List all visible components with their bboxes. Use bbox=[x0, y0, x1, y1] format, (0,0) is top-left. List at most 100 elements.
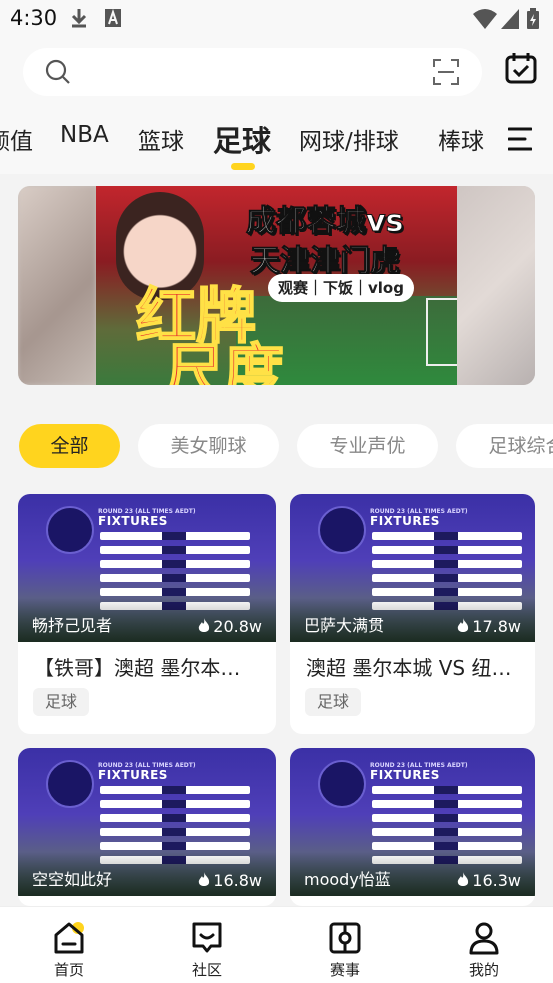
bottom-nav: 首页 社区 赛事 我的 bbox=[0, 906, 553, 983]
filter-chips: 全部 美女聊球 专业声优 足球综合 bbox=[0, 424, 553, 470]
video-author: 巴萨大满贯 bbox=[304, 616, 385, 635]
tab-football[interactable]: 足球 bbox=[213, 118, 271, 160]
video-author: 畅抒己见者 bbox=[32, 616, 113, 635]
thumb-logo bbox=[318, 506, 366, 554]
thumb-row bbox=[372, 546, 522, 554]
chip-football-general[interactable]: 足球综合 bbox=[456, 424, 553, 468]
thumb-row bbox=[372, 842, 522, 850]
video-title: 澳超 墨尔本城 VS 纽… bbox=[306, 656, 512, 680]
nav-matches[interactable]: 赛事 bbox=[305, 907, 385, 983]
nav-home-label: 首页 bbox=[53, 961, 84, 979]
thumb-fixtures-text: FIXTURES bbox=[98, 768, 168, 782]
featured-banner[interactable]: 成都蓉城vs 天津津门虎 观赛｜下饭｜vlog 红牌 尺度 bbox=[18, 186, 535, 385]
menu-icon[interactable] bbox=[508, 126, 532, 152]
fire-icon bbox=[199, 618, 210, 632]
video-card[interactable]: ROUND 23 (ALL TIMES AEDT) FIXTURES 畅抒己见者… bbox=[18, 494, 276, 734]
thumb-row bbox=[100, 546, 250, 554]
search-row bbox=[0, 38, 553, 108]
chip-all[interactable]: 全部 bbox=[19, 424, 120, 468]
banner-prev-preview bbox=[18, 186, 96, 385]
download-icon bbox=[71, 9, 87, 28]
active-tab-indicator bbox=[231, 163, 255, 170]
fire-icon bbox=[199, 872, 210, 886]
view-count: 16.8w bbox=[198, 871, 262, 890]
nav-profile[interactable]: 我的 bbox=[444, 907, 524, 983]
thumb-logo bbox=[46, 760, 94, 808]
video-title: 【铁哥】澳超 墨尔本… bbox=[34, 656, 241, 680]
nav-home[interactable]: 首页 bbox=[29, 907, 109, 983]
thumb-fixtures-text: FIXTURES bbox=[370, 514, 440, 528]
view-count-value: 16.3w bbox=[472, 871, 521, 890]
thumb-row bbox=[100, 828, 250, 836]
thumb-row bbox=[100, 814, 250, 822]
search-icon[interactable] bbox=[45, 59, 71, 85]
view-count: 20.8w bbox=[198, 617, 262, 636]
banner-tag: 观赛｜下饭｜vlog bbox=[268, 274, 414, 302]
video-card[interactable]: ROUND 23 (ALL TIMES AEDT) FIXTURES moody… bbox=[290, 748, 535, 906]
fire-icon bbox=[458, 618, 469, 632]
thumb-row bbox=[100, 560, 250, 568]
category-tabs: 颜值 NBA 篮球 足球 网球/排球 棒球 bbox=[0, 108, 553, 174]
match-icon bbox=[329, 922, 361, 954]
fire-icon bbox=[458, 872, 469, 886]
calendar-check-icon[interactable] bbox=[505, 52, 537, 84]
nav-matches-label: 赛事 bbox=[329, 961, 360, 979]
thumb-row bbox=[372, 786, 522, 794]
thumb-row bbox=[100, 574, 250, 582]
thumb-row bbox=[100, 786, 250, 794]
view-count-value: 16.8w bbox=[213, 871, 262, 890]
banner-big-text-line2: 尺度 bbox=[163, 337, 285, 385]
signal-icon bbox=[501, 9, 519, 29]
battery-charging-icon bbox=[527, 8, 539, 29]
view-count: 16.3w bbox=[457, 871, 521, 890]
banner-image: 成都蓉城vs 天津津门虎 观赛｜下饭｜vlog 红牌 尺度 bbox=[96, 186, 457, 385]
wifi-icon bbox=[473, 9, 497, 29]
search-input[interactable] bbox=[23, 48, 482, 96]
tab-tennis-volleyball[interactable]: 网球/排球 bbox=[299, 122, 399, 156]
video-thumbnail: ROUND 23 (ALL TIMES AEDT) FIXTURES moody… bbox=[290, 748, 535, 896]
video-thumbnail: ROUND 23 (ALL TIMES AEDT) FIXTURES 畅抒己见者… bbox=[18, 494, 276, 642]
status-time: 4:30 bbox=[10, 6, 58, 30]
thumb-row bbox=[100, 842, 250, 850]
tab-nba[interactable]: NBA bbox=[60, 122, 109, 148]
banner-next-preview bbox=[457, 186, 535, 385]
video-author: 空空如此好 bbox=[32, 870, 113, 889]
nav-community-label: 社区 bbox=[191, 961, 222, 979]
tab-yanzhi[interactable]: 颜值 bbox=[0, 122, 33, 156]
chip-beauty-chat[interactable]: 美女聊球 bbox=[138, 424, 279, 468]
thumb-fixtures-text: FIXTURES bbox=[98, 514, 168, 528]
scan-icon[interactable] bbox=[432, 58, 460, 86]
thumb-row bbox=[372, 532, 522, 540]
nav-profile-label: 我的 bbox=[468, 961, 499, 979]
thumb-row bbox=[372, 574, 522, 582]
video-card[interactable]: ROUND 23 (ALL TIMES AEDT) FIXTURES 巴萨大满贯… bbox=[290, 494, 535, 734]
view-count-value: 20.8w bbox=[213, 617, 262, 636]
video-author: moody怡蓝 bbox=[304, 870, 391, 889]
view-count: 17.8w bbox=[457, 617, 521, 636]
thumb-fixtures-text: FIXTURES bbox=[370, 768, 440, 782]
thumb-row bbox=[100, 588, 250, 596]
thumb-logo bbox=[46, 506, 94, 554]
status-bar: 4:30 bbox=[0, 0, 553, 38]
thumb-row bbox=[372, 800, 522, 808]
thumb-row bbox=[372, 814, 522, 822]
home-icon bbox=[54, 922, 84, 954]
tab-baseball[interactable]: 棒球 bbox=[438, 122, 484, 156]
tab-basketball[interactable]: 篮球 bbox=[138, 122, 184, 156]
profile-icon bbox=[469, 922, 499, 955]
banner-goal bbox=[426, 298, 457, 366]
thumb-row bbox=[372, 828, 522, 836]
video-card[interactable]: ROUND 23 (ALL TIMES AEDT) FIXTURES 空空如此好… bbox=[18, 748, 276, 906]
thumb-row bbox=[100, 532, 250, 540]
view-count-value: 17.8w bbox=[472, 617, 521, 636]
video-thumbnail: ROUND 23 (ALL TIMES AEDT) FIXTURES 巴萨大满贯… bbox=[290, 494, 535, 642]
thumb-row bbox=[372, 560, 522, 568]
thumb-row bbox=[372, 588, 522, 596]
banner-title-line1: 成都蓉城vs bbox=[245, 204, 404, 240]
chip-pro-voice[interactable]: 专业声优 bbox=[297, 424, 438, 468]
thumb-logo bbox=[318, 760, 366, 808]
community-icon bbox=[192, 922, 222, 953]
video-thumbnail: ROUND 23 (ALL TIMES AEDT) FIXTURES 空空如此好… bbox=[18, 748, 276, 896]
app-a-icon bbox=[105, 8, 121, 27]
nav-community[interactable]: 社区 bbox=[167, 907, 247, 983]
